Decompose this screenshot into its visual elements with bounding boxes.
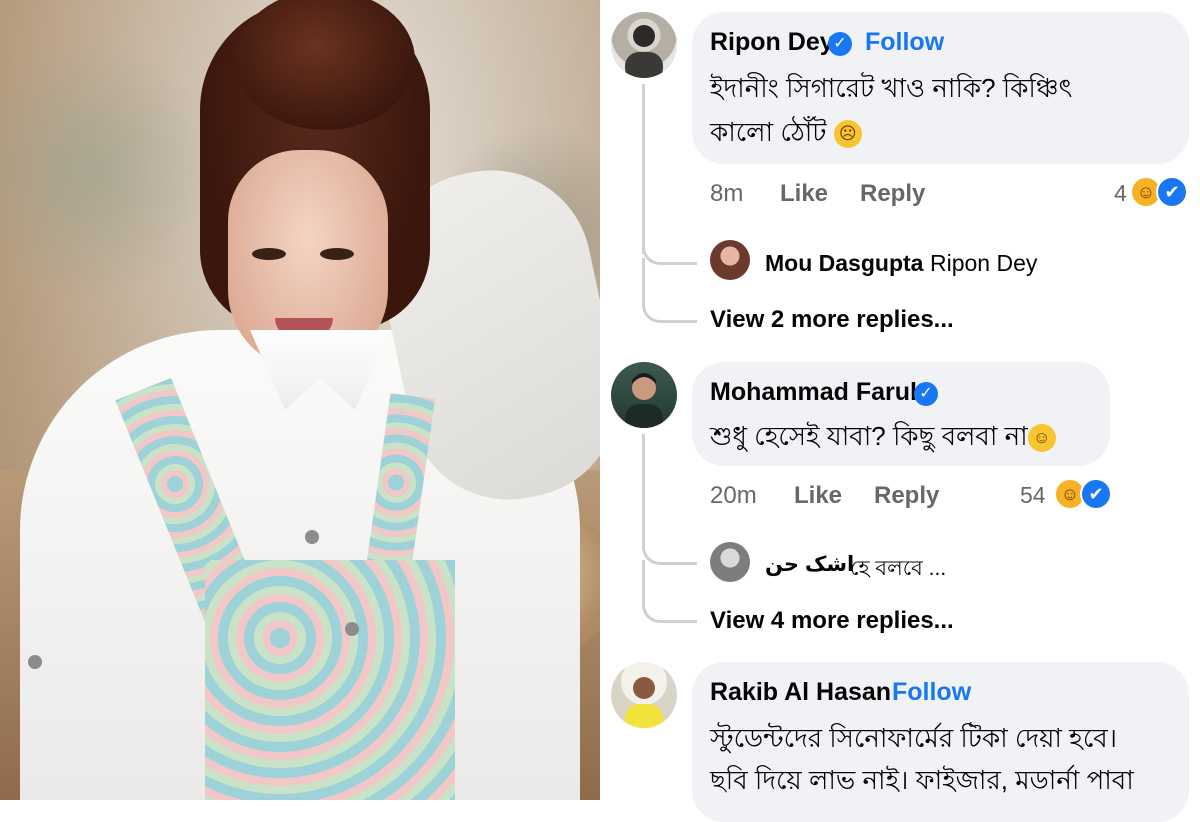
comment-author[interactable]: Ripon Dey: [710, 28, 834, 57]
reaction-count[interactable]: 54: [1020, 482, 1046, 509]
post-photo[interactable]: [0, 0, 600, 800]
background-foliage: [0, 40, 220, 300]
reply-button[interactable]: Reply: [874, 482, 939, 510]
like-button[interactable]: Like: [794, 482, 842, 510]
comment-text-content: শুধু হেসেই যাবা? কিছু বলবা না: [710, 421, 1028, 451]
reply-author[interactable]: Mou Dasgupta: [765, 250, 923, 277]
comment-text-line1: ইদানীং সিগারেট খাও নাকি? কিঞ্চিৎ: [710, 73, 1073, 103]
comment-timestamp[interactable]: 8m: [710, 180, 743, 208]
comments-panel: Ripon Dey ✓ Follow ইদানীং সিগারেট খাও না…: [600, 0, 1200, 822]
comment-text-line1: স্টুডেন্টদের সিনোফার্মের টিকা দেয়া হবে।: [710, 723, 1118, 753]
thread-connector: [642, 560, 697, 623]
like-icon: ✔: [1156, 176, 1188, 208]
comment-text-line2: ছবি দিয়ে লাভ নাই। ফাইজার, মডার্না পাবা: [710, 765, 1134, 795]
person-silhouette-icon: [625, 373, 663, 428]
avatar-mou-dasgupta[interactable]: [710, 240, 750, 280]
comment-timestamp[interactable]: 20m: [710, 482, 757, 510]
person-eye-left: [252, 248, 286, 260]
avatar-ripon-dey[interactable]: [611, 12, 677, 78]
avatar-rakib-al-hasan[interactable]: [611, 662, 677, 728]
avatar-mohammad-faruk[interactable]: [611, 362, 677, 428]
avatar-reply-user[interactable]: [710, 542, 750, 582]
reaction-count[interactable]: 4: [1114, 180, 1127, 207]
cuff-button: [28, 655, 42, 669]
overall-button: [345, 622, 359, 636]
view-more-replies[interactable]: View 4 more replies...: [710, 607, 954, 635]
reply-preview-text: Ripon Dey: [930, 250, 1038, 276]
tongue-out-emoji-icon: ☺: [1027, 424, 1056, 453]
view-more-replies[interactable]: View 2 more replies...: [710, 306, 954, 334]
comment-author[interactable]: Mohammad Faruk: [710, 378, 924, 407]
reply-button[interactable]: Reply: [860, 180, 925, 208]
like-icon: ✔: [1080, 478, 1112, 510]
person-floral-overall: [205, 560, 455, 800]
comment-text-line2: কালো ঠোঁট ☹: [710, 110, 862, 154]
person-silhouette-icon: [625, 25, 663, 78]
reply-preview-text: হে বলবে ...: [850, 557, 947, 580]
follow-button[interactable]: Follow: [892, 678, 971, 707]
comment-text-line2-content: কালো ঠোঁট: [710, 117, 827, 147]
follow-button[interactable]: Follow: [865, 28, 944, 57]
like-button[interactable]: Like: [780, 180, 828, 208]
disappointed-emoji-icon: ☹: [833, 120, 862, 149]
person-silhouette-icon: [625, 677, 663, 728]
reply-author[interactable]: اشک حن: [765, 552, 854, 577]
thread-connector: [642, 258, 697, 323]
thread-line: [642, 84, 645, 254]
comment-text-line1: শুধু হেসেই যাবা? কিছু বলবা না ☺: [710, 414, 1056, 458]
verified-badge-icon: ✓: [828, 32, 852, 56]
shirt-button: [305, 530, 319, 544]
verified-badge-icon: ✓: [914, 382, 938, 406]
thread-line: [642, 434, 645, 544]
person-eye-right: [320, 248, 354, 260]
comment-author[interactable]: Rakib Al Hasan: [710, 678, 891, 707]
